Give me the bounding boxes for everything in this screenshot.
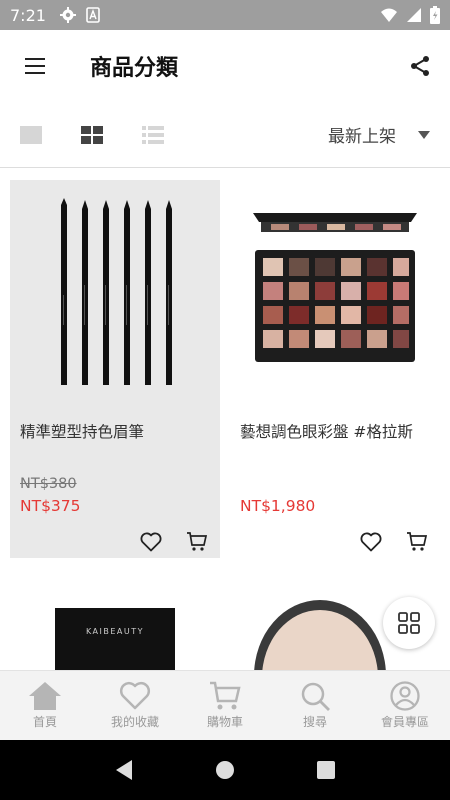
system-navigation-bar <box>0 740 450 800</box>
nav-member[interactable]: 會員專區 <box>360 671 450 740</box>
nav-label-search: 搜尋 <box>302 715 327 729</box>
product-image-eyebrow-pencil[interactable] <box>10 180 220 400</box>
nav-label-cart: 購物車 <box>206 715 243 729</box>
product-name[interactable]: 精準塑型持色眉筆 <box>20 420 144 442</box>
menu-button[interactable] <box>0 30 70 102</box>
battery-icon <box>430 6 440 24</box>
sort-dropdown[interactable]: 最新上架 <box>328 122 430 147</box>
nav-label-favorites: 我的收藏 <box>110 715 159 729</box>
category-grid-fab[interactable] <box>383 597 435 649</box>
list-view-button[interactable] <box>122 102 183 168</box>
single-view-button[interactable] <box>0 102 61 168</box>
nav-search[interactable]: 搜尋 <box>270 671 360 740</box>
app-bar: 商品分類 <box>0 30 450 102</box>
heart-icon <box>119 681 151 710</box>
status-time: 7:21 <box>10 5 46 25</box>
nav-home[interactable]: 首頁 <box>0 671 90 740</box>
product-card[interactable]: KAIBEAUTY <box>10 578 220 670</box>
nav-cart[interactable]: 購物車 <box>180 671 270 740</box>
product-card[interactable]: 精準塑型持色眉筆 NT$380 NT$375 <box>10 180 220 558</box>
favorite-heart-icon[interactable] <box>360 532 382 552</box>
apps-grid-icon <box>398 612 420 634</box>
share-button[interactable] <box>390 30 450 102</box>
nav-favorites[interactable]: 我的收藏 <box>90 671 180 740</box>
brand-label: KAIBEAUTY <box>86 627 144 636</box>
product-name[interactable]: 藝想調色眼彩盤 #格拉斯 <box>240 420 413 442</box>
nav-label-member: 會員專區 <box>380 715 429 729</box>
user-profile-icon <box>390 681 420 711</box>
grid-view-icon <box>80 125 103 144</box>
view-toolbar: 最新上架 <box>0 102 450 168</box>
bottom-navigation: 首頁 我的收藏 購物車 搜尋 會員專區 <box>0 670 450 740</box>
add-to-cart-icon[interactable] <box>186 532 208 552</box>
signal-icon <box>407 8 421 22</box>
back-icon[interactable] <box>114 759 134 781</box>
search-icon <box>301 682 330 711</box>
share-icon <box>411 56 429 76</box>
eyebrow-pencils-image <box>61 198 172 385</box>
sort-selected-label: 最新上架 <box>328 127 396 147</box>
compact-box-image: KAIBEAUTY <box>55 608 175 670</box>
wifi-icon <box>381 8 397 22</box>
app-notification-icon <box>86 7 100 23</box>
product-sale-price: NT$375 <box>20 497 81 515</box>
settings-icon <box>59 7 76 23</box>
nav-label-home: 首頁 <box>32 715 57 729</box>
add-to-cart-icon[interactable] <box>406 532 428 552</box>
home-icon <box>29 682 61 710</box>
hamburger-menu-icon <box>25 58 45 74</box>
grid-view-button[interactable] <box>61 102 122 168</box>
status-bar: 7:21 <box>0 0 450 30</box>
favorite-heart-icon[interactable] <box>140 532 162 552</box>
dropdown-arrow-icon <box>418 130 430 139</box>
recents-icon[interactable] <box>316 760 336 780</box>
single-view-icon <box>19 125 42 144</box>
product-card[interactable]: 藝想調色眼彩盤 #格拉斯 NT$1,980 <box>230 180 440 558</box>
page-title: 商品分類 <box>90 56 179 81</box>
eyeshadow-palette-image <box>253 213 417 362</box>
product-grid: 精準塑型持色眉筆 NT$380 NT$375 藝想調色眼彩盤 #格拉斯 NT$1… <box>0 170 450 670</box>
product-original-price: NT$380 <box>20 476 77 492</box>
product-image-eyeshadow-palette[interactable] <box>230 180 440 400</box>
list-view-icon <box>141 125 164 144</box>
cart-icon <box>210 681 241 710</box>
product-sale-price: NT$1,980 <box>240 497 316 515</box>
home-circle-icon[interactable] <box>214 759 236 781</box>
